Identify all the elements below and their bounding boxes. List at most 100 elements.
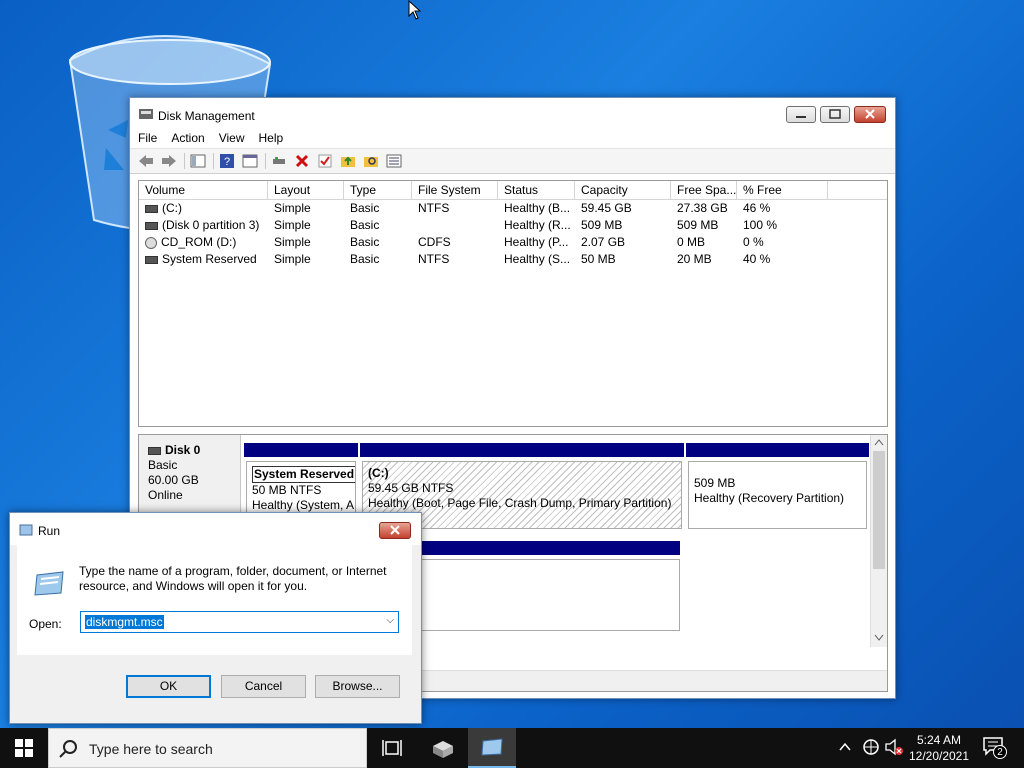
partition-size: 59.45 GB NTFS	[368, 481, 454, 495]
connect-disk-icon[interactable]	[271, 153, 287, 169]
table-row[interactable]: CD_ROM (D:) Simple Basic CDFS Healthy (P…	[139, 234, 887, 251]
windows-logo-icon	[15, 739, 33, 757]
scrollbar-arrows-icon	[873, 439, 885, 641]
notification-center-icon[interactable]: 2	[982, 736, 1008, 760]
cd-rom-icon	[145, 236, 157, 249]
column-free-space[interactable]: Free Spa...	[671, 181, 737, 199]
properties-icon[interactable]	[242, 153, 258, 169]
vertical-scrollbar[interactable]	[870, 435, 887, 647]
delete-icon[interactable]	[294, 153, 310, 169]
capacity-cell: 509 MB	[581, 218, 623, 232]
clock-time: 5:24 AM	[916, 733, 962, 747]
server-manager-taskbar-icon[interactable]	[420, 728, 466, 768]
run-body: Type the name of a program, folder, docu…	[17, 544, 412, 655]
run-taskbar-icon[interactable]	[468, 728, 516, 768]
volume-list-header: Volume Layout Type File System Status Ca…	[139, 181, 887, 200]
toolbar: ?	[130, 148, 895, 174]
volume-list: Volume Layout Type File System Status Ca…	[138, 180, 888, 427]
run-description: Type the name of a program, folder, docu…	[79, 564, 387, 593]
back-icon[interactable]	[138, 153, 154, 169]
menu-action[interactable]: Action	[171, 131, 204, 145]
capacity-cell: 2.07 GB	[581, 235, 626, 249]
maximize-button[interactable]	[820, 106, 850, 123]
help-icon[interactable]: ?	[219, 153, 235, 169]
status-cell: Healthy (B...	[504, 201, 571, 215]
partition-bar	[244, 443, 358, 457]
list-view-icon[interactable]	[386, 153, 402, 169]
type-cell: Basic	[350, 235, 380, 249]
menu-view[interactable]: View	[219, 131, 245, 145]
percent-free-cell: 100 %	[743, 218, 778, 232]
run-title-bar[interactable]: Run	[10, 513, 421, 545]
run-title: Run	[38, 524, 61, 538]
partition-size: 50 MB NTFS	[252, 483, 322, 497]
partition-name: (C:)	[368, 466, 389, 480]
notification-badge: 2	[993, 745, 1007, 759]
disk-state: Online	[148, 488, 183, 502]
close-button[interactable]	[854, 106, 886, 123]
column-file-system[interactable]: File System	[412, 181, 498, 199]
network-icon[interactable]	[862, 738, 880, 759]
table-row[interactable]: (Disk 0 partition 3) Simple Basic Health…	[139, 217, 887, 234]
status-cell: Healthy (S...	[504, 252, 571, 266]
menu-help[interactable]: Help	[259, 131, 284, 145]
column-layout[interactable]: Layout	[268, 181, 344, 199]
search-placeholder: Type here to search	[89, 741, 213, 757]
status-cell: Healthy (R...	[504, 218, 571, 232]
ok-button[interactable]: OK	[126, 675, 211, 698]
taskbar-search-box[interactable]: Type here to search	[48, 728, 367, 768]
chevron-down-icon[interactable]: ⌵	[386, 615, 394, 626]
minimize-button[interactable]	[786, 106, 816, 123]
toolbar-separator	[213, 153, 214, 169]
chevron-up-icon[interactable]	[838, 740, 852, 757]
volume-cell: (C:)	[139, 200, 268, 217]
type-cell: Basic	[350, 201, 380, 215]
run-close-button[interactable]	[379, 522, 411, 539]
run-app-icon	[19, 524, 33, 536]
column-volume[interactable]: Volume	[139, 181, 268, 199]
column-capacity[interactable]: Capacity	[575, 181, 671, 199]
percent-free-cell: 40 %	[743, 252, 771, 266]
forward-icon[interactable]	[161, 153, 177, 169]
partition-status: Healthy (System, A	[252, 498, 355, 512]
browse-button[interactable]: Browse...	[315, 675, 400, 698]
disk-type: Basic	[148, 458, 178, 472]
status-cell: Healthy (P...	[504, 235, 569, 249]
volume-muted-icon[interactable]	[884, 738, 904, 759]
cancel-button[interactable]: Cancel	[221, 675, 306, 698]
search-folder-icon[interactable]	[363, 153, 379, 169]
layout-cell: Simple	[274, 252, 311, 266]
table-row[interactable]: (C:) Simple Basic NTFS Healthy (B... 59.…	[139, 200, 887, 217]
free-space-cell: 509 MB	[677, 218, 719, 232]
free-space-cell: 0 MB	[677, 235, 706, 249]
column-type[interactable]: Type	[344, 181, 412, 199]
file-system-cell: NTFS	[418, 201, 450, 215]
volume-cell: System Reserved	[139, 251, 268, 268]
partition-body: 509 MB Healthy (Recovery Partition)	[688, 461, 867, 529]
clock[interactable]: 5:24 AM 12/20/2021	[908, 732, 970, 764]
partition-recovery[interactable]: 509 MB Healthy (Recovery Partition)	[686, 443, 869, 529]
layout-cell: Simple	[274, 218, 311, 232]
task-view-icon[interactable]	[382, 738, 402, 761]
column-status[interactable]: Status	[498, 181, 575, 199]
start-button[interactable]	[0, 728, 48, 768]
folder-up-icon[interactable]	[340, 153, 356, 169]
file-system-cell: CDFS	[418, 235, 451, 249]
volume-cell: (Disk 0 partition 3)	[139, 217, 268, 234]
disk-0-label[interactable]: Disk 0 Basic 60.00 GB Online	[139, 435, 241, 513]
toolbar-separator	[265, 153, 266, 169]
volume-name: (Disk 0 partition 3)	[162, 218, 260, 232]
show-hide-tree-icon[interactable]	[190, 153, 206, 169]
partition-body	[414, 559, 680, 631]
title-bar[interactable]: Disk Management	[130, 98, 895, 128]
percent-free-cell: 46 %	[743, 201, 771, 215]
menu-file[interactable]: File	[138, 131, 157, 145]
cd-rom-partition[interactable]	[414, 541, 680, 631]
disk-name: Disk 0	[165, 443, 201, 457]
check-icon[interactable]	[317, 153, 333, 169]
run-command-input[interactable]: diskmgmt.msc ⌵	[80, 611, 399, 633]
maximize-icon	[829, 109, 841, 119]
percent-free-cell: 0 %	[743, 235, 764, 249]
column-percent-free[interactable]: % Free	[737, 181, 828, 199]
table-row[interactable]: System Reserved Simple Basic NTFS Health…	[139, 251, 887, 268]
